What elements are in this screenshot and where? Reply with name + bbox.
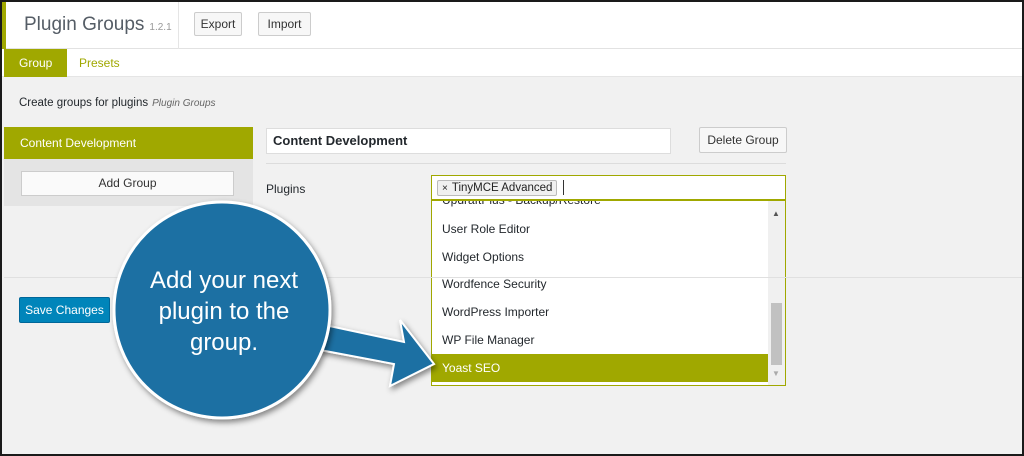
save-changes-button[interactable]: Save Changes (19, 297, 110, 323)
scrollbar-thumb[interactable] (771, 303, 782, 365)
plugins-dropdown[interactable]: UpdraftPlus - Backup/Restore User Role E… (431, 200, 786, 386)
sidebar-item-content-development[interactable]: Content Development (4, 127, 253, 159)
header-accent-bar (2, 2, 6, 49)
callout-arrow (319, 319, 436, 388)
description-text: Create groups for plugins (19, 97, 149, 109)
description-sub: Plugin Groups (152, 98, 216, 109)
scroll-down-icon[interactable]: ▼ (772, 369, 780, 378)
export-button[interactable]: Export (194, 12, 242, 36)
list-item-selected[interactable]: Yoast SEO (432, 354, 768, 382)
text-cursor (563, 180, 564, 195)
import-button[interactable]: Import (258, 12, 311, 36)
callout-text: Add your next plugin to the group. (149, 267, 299, 356)
list-item[interactable]: WP File Manager (432, 326, 768, 354)
list-item[interactable]: User Role Editor (432, 215, 768, 243)
plugin-tag-label: TinyMCE Advanced (451, 182, 553, 194)
page-description: Create groups for plugins Plugin Groups (19, 97, 216, 109)
remove-tag-icon[interactable]: × (442, 183, 448, 194)
add-group-button[interactable]: Add Group (21, 171, 234, 196)
group-sidebar: Content Development Add Group (4, 127, 253, 206)
plugin-tag[interactable]: × TinyMCE Advanced (437, 180, 558, 196)
delete-group-button[interactable]: Delete Group (699, 127, 787, 153)
page-header: Plugin Groups 1.2.1 Export Import (2, 2, 1022, 49)
app-window: Plugin Groups 1.2.1 Export Import Group P… (0, 0, 1024, 456)
group-name-input[interactable]: Content Development (266, 128, 671, 154)
tab-bar: Group Presets (2, 49, 1022, 77)
list-item[interactable]: WordPress Importer (432, 298, 768, 326)
page-title: Plugin Groups 1.2.1 (24, 14, 172, 36)
plugins-tag-input[interactable]: × TinyMCE Advanced (431, 175, 786, 200)
plugins-label: Plugins (266, 182, 306, 196)
scroll-up-icon[interactable]: ▲ (772, 209, 780, 218)
tab-group[interactable]: Group (4, 49, 68, 77)
list-item[interactable]: UpdraftPlus - Backup/Restore (432, 201, 768, 214)
version-label: 1.2.1 (149, 22, 172, 33)
page-title-text: Plugin Groups (24, 14, 145, 35)
list-item[interactable]: Widget Options (432, 243, 768, 271)
tab-presets[interactable]: Presets (64, 49, 135, 77)
list-item[interactable]: Wordfence Security (432, 270, 768, 298)
divider (266, 163, 786, 164)
dropdown-scrollbar[interactable]: ▲ ▼ (768, 201, 785, 385)
header-divider (178, 2, 179, 49)
